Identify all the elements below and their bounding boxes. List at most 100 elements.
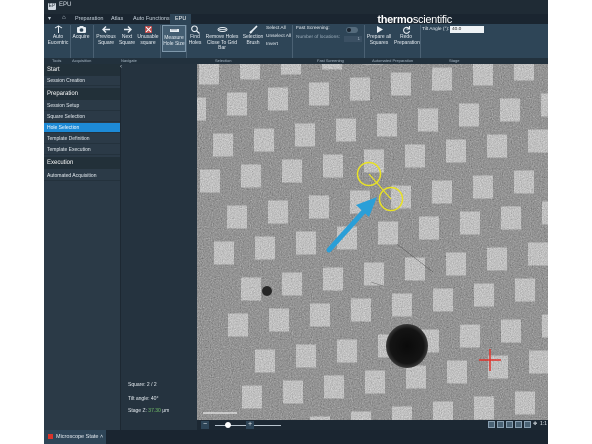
grid-hole[interactable]: [365, 370, 385, 394]
grid-hole[interactable]: [500, 98, 520, 122]
grid-hole[interactable]: [487, 247, 507, 271]
tab-epu[interactable]: EPU: [170, 14, 192, 24]
number-of-locations-input[interactable]: 1: [344, 36, 362, 42]
sidebar-item-session-creation[interactable]: Session Creation: [44, 76, 120, 86]
micrograph-viewport[interactable]: [197, 64, 548, 420]
grid-hole[interactable]: [432, 67, 452, 91]
grid-hole[interactable]: [364, 149, 384, 173]
remove-holes-close-to-grid-bar-button[interactable]: Remove Holes Close To Grid Bar: [204, 25, 240, 52]
fast-screening-toggle[interactable]: [346, 27, 358, 33]
filter-icon[interactable]: [515, 421, 522, 428]
grid-hole[interactable]: [337, 339, 357, 363]
grid-hole[interactable]: [406, 365, 426, 389]
grid-hole[interactable]: [241, 164, 261, 188]
tab-atlas[interactable]: Atlas: [106, 14, 128, 24]
grid-hole[interactable]: [282, 272, 302, 296]
grid-hole[interactable]: [295, 123, 315, 147]
acquire-button[interactable]: Acquire: [72, 25, 90, 41]
grid-hole[interactable]: [514, 170, 534, 194]
tilt-angle-input[interactable]: 40.0: [450, 26, 484, 33]
grid-icon[interactable]: [524, 421, 531, 428]
grid-hole[interactable]: [446, 139, 466, 163]
zoom-ratio-button[interactable]: 1:1: [540, 421, 547, 427]
sidebar-item-hole-selection[interactable]: Hole Selection: [44, 123, 120, 133]
zoom-in-button[interactable]: +: [246, 421, 254, 429]
grid-hole[interactable]: [377, 113, 397, 137]
grid-hole[interactable]: [392, 293, 412, 317]
grid-hole[interactable]: [432, 180, 452, 204]
grid-hole[interactable]: [268, 200, 288, 224]
grid-hole[interactable]: [378, 221, 398, 245]
zoom-out-button[interactable]: −: [201, 421, 209, 429]
grid-hole[interactable]: [227, 205, 247, 229]
zoom-slider-thumb[interactable]: [225, 422, 231, 428]
grid-hole[interactable]: [296, 344, 316, 368]
grid-hole[interactable]: [501, 319, 521, 343]
grid-hole[interactable]: [269, 308, 289, 332]
grid-hole[interactable]: [350, 77, 370, 101]
grid-hole[interactable]: [310, 303, 330, 327]
grid-hole[interactable]: [487, 134, 507, 158]
grid-hole[interactable]: [473, 175, 493, 199]
sidebar-item-session-setup[interactable]: Session Setup: [44, 101, 120, 111]
grid-hole[interactable]: [324, 375, 344, 399]
grid-hole[interactable]: [418, 108, 438, 132]
grid-hole[interactable]: [447, 360, 467, 384]
grid-hole[interactable]: [474, 283, 494, 307]
grid-hole[interactable]: [255, 349, 275, 373]
measure-hole-size-button[interactable]: Measure Hole Size: [162, 25, 186, 52]
grid-hole[interactable]: [459, 103, 479, 127]
grid-hole[interactable]: [241, 277, 261, 301]
invert-button[interactable]: Invert: [266, 42, 278, 47]
sidebar-item-template-definition[interactable]: Template Definition: [44, 134, 120, 144]
selection-brush-button[interactable]: Selection Brush: [242, 25, 264, 46]
grid-hole[interactable]: [405, 144, 425, 168]
grid-hole[interactable]: [351, 298, 371, 322]
grid-hole[interactable]: [282, 159, 302, 183]
grid-hole[interactable]: [323, 154, 343, 178]
previous-square-button[interactable]: Previous Square: [95, 25, 117, 46]
select-all-button[interactable]: Select All: [266, 26, 286, 31]
grid-hole[interactable]: [268, 87, 288, 111]
grid-hole[interactable]: [405, 257, 425, 281]
grid-hole[interactable]: [214, 241, 234, 265]
grid-hole[interactable]: [309, 195, 329, 219]
grid-hole[interactable]: [433, 288, 453, 312]
find-holes-button[interactable]: Find Holes: [187, 25, 203, 46]
grid-hole[interactable]: [515, 391, 535, 415]
grid-hole[interactable]: [309, 82, 329, 106]
grid-hole[interactable]: [460, 324, 480, 348]
sidebar-item-automated-acquisition[interactable]: Automated Acquisition: [44, 171, 120, 181]
grid-hole[interactable]: [446, 252, 466, 276]
tab-preparation[interactable]: Preparation: [70, 14, 108, 24]
sidebar-item-square-selection[interactable]: Square Selection: [44, 112, 120, 122]
grid-hole[interactable]: [227, 92, 247, 116]
grid-hole[interactable]: [255, 236, 275, 260]
tab-auto-functions[interactable]: Auto Functions: [128, 14, 175, 24]
grid-hole[interactable]: [501, 206, 521, 230]
grid-hole[interactable]: [283, 380, 303, 404]
dropdown-menu-icon[interactable]: ▾: [48, 15, 51, 22]
pan-icon[interactable]: ✥: [533, 421, 537, 427]
grid-hole[interactable]: [515, 278, 535, 302]
grid-hole[interactable]: [336, 118, 356, 142]
grid-hole[interactable]: [488, 355, 508, 379]
grid-hole[interactable]: [296, 231, 316, 255]
redo-preparation-button[interactable]: Redo Preparation: [394, 25, 420, 46]
grid-hole[interactable]: [528, 242, 548, 266]
collapse-panel-icon[interactable]: ‹: [120, 64, 122, 70]
auto-eucentric-button[interactable]: Auto Eucentric: [47, 25, 69, 46]
grid-hole[interactable]: [200, 169, 220, 193]
home-icon[interactable]: ⌂: [62, 15, 66, 21]
grid-hole[interactable]: [474, 396, 494, 420]
overlay-icon[interactable]: [497, 421, 504, 428]
grid-hole[interactable]: [528, 129, 548, 153]
grid-hole[interactable]: [213, 133, 233, 157]
next-square-button[interactable]: Next Square: [118, 25, 136, 46]
grid-hole[interactable]: [364, 262, 384, 286]
fit-view-icon[interactable]: [488, 421, 495, 428]
layers-icon[interactable]: [506, 421, 513, 428]
grid-hole[interactable]: [254, 128, 274, 152]
grid-hole[interactable]: [419, 216, 439, 240]
unusable-square-button[interactable]: Unusable square: [137, 25, 159, 46]
